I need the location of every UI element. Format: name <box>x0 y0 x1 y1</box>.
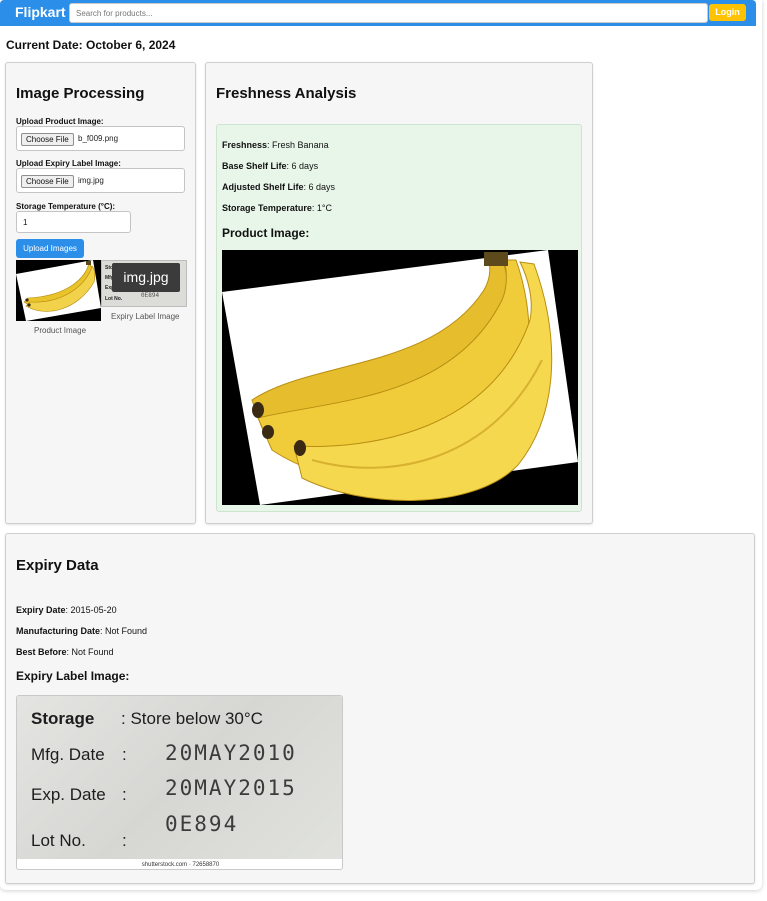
label-exp-key: Exp. Date <box>31 785 106 804</box>
adjusted-shelf-life-row: Adjusted Shelf Life: 6 days <box>222 182 336 192</box>
brand-logo[interactable]: Flipkart <box>15 4 66 20</box>
product-image <box>222 250 578 505</box>
product-choose-file-button[interactable]: Choose File <box>21 133 74 146</box>
base-shelf-life-key: Base Shelf Life <box>222 161 287 171</box>
freshness-result-box: Freshness: Fresh Banana Base Shelf Life:… <box>216 124 582 512</box>
label-exp-colon: : <box>122 785 127 804</box>
banana-thumbnail-image <box>16 260 101 321</box>
banana-image <box>222 250 578 505</box>
image-processing-title: Image Processing <box>16 85 145 102</box>
expiry-image-file-input[interactable]: Choose File img.jpg <box>16 168 185 193</box>
expiry-image-label: Upload Expiry Label Image: <box>16 159 121 168</box>
product-image-heading: Product Image: <box>222 226 310 240</box>
adjusted-shelf-life-value: 6 days <box>308 182 336 192</box>
expiry-label-image: Storage : Store below 30°C Mfg. Date : 2… <box>16 695 343 870</box>
search-input[interactable]: Search for products... <box>69 3 708 23</box>
freshness-analysis-title: Freshness Analysis <box>216 85 357 102</box>
temperature-label: Storage Temperature (°C): <box>16 202 116 211</box>
label-mfg-value: 20MAY2010 <box>165 741 297 765</box>
label-mfg-key: Mfg. Date <box>31 745 105 764</box>
product-thumbnail-caption: Product Image <box>34 326 87 335</box>
base-shelf-life-row: Base Shelf Life: 6 days <box>222 161 319 171</box>
file-name-tooltip: img.jpg <box>112 263 180 292</box>
product-file-name: b_f009.png <box>78 134 119 143</box>
expiry-file-name: img.jpg <box>78 176 104 185</box>
storage-temperature-row: Storage Temperature: 1°C <box>222 203 332 213</box>
current-date: Current Date: October 6, 2024 <box>6 38 176 52</box>
label-mfg-colon: : <box>122 745 127 764</box>
image-processing-panel: Image Processing Upload Product Image: C… <box>5 62 196 524</box>
temperature-input[interactable]: 1 <box>16 211 131 233</box>
best-before-row: Best Before: Not Found <box>16 647 114 657</box>
best-before-value: Not Found <box>71 647 114 657</box>
freshness-analysis-panel: Freshness Analysis Freshness: Fresh Bana… <box>205 62 593 524</box>
storage-temperature-value: 1°C <box>316 203 332 213</box>
manufacturing-date-row: Manufacturing Date: Not Found <box>16 626 148 636</box>
expiry-data-panel: Expiry Data Expiry Date: 2015-05-20 Manu… <box>5 533 755 884</box>
manufacturing-date-key: Manufacturing Date <box>16 626 101 636</box>
expiry-date-key: Expiry Date <box>16 605 66 615</box>
label-lot-value: 0E894 <box>165 812 239 836</box>
product-image-file-input[interactable]: Choose File b_f009.png <box>16 126 185 151</box>
mini-lot-key: Lot No. <box>105 296 123 302</box>
expiry-date-row: Expiry Date: 2015-05-20 <box>16 605 117 615</box>
navbar: Flipkart Search for products... Login <box>0 0 756 26</box>
expiry-date-value: 2015-05-20 <box>70 605 117 615</box>
storage-temperature-key: Storage Temperature <box>222 203 312 213</box>
expiry-thumbnail-caption: Expiry Label Image <box>111 312 180 321</box>
product-thumbnail <box>16 260 101 321</box>
image-credit: shutterstock.com · 72658870 <box>141 862 220 868</box>
best-before-key: Best Before <box>16 647 67 657</box>
expiry-choose-file-button[interactable]: Choose File <box>21 175 74 188</box>
label-exp-value: 20MAY2015 <box>165 776 297 800</box>
product-image-label: Upload Product Image: <box>16 117 104 126</box>
upload-images-button[interactable]: Upload Images <box>16 239 84 258</box>
expiry-data-title: Expiry Data <box>16 557 99 574</box>
adjusted-shelf-life-key: Adjusted Shelf Life <box>222 182 304 192</box>
expiry-label-photo: Storage : Store below 30°C Mfg. Date : 2… <box>17 696 342 859</box>
login-button[interactable]: Login <box>709 4 746 21</box>
freshness-value: Fresh Banana <box>272 140 329 150</box>
label-storage-key: Storage <box>31 709 95 728</box>
manufacturing-date-value: Not Found <box>105 626 148 636</box>
expiry-label-image-heading: Expiry Label Image: <box>16 669 130 683</box>
label-lot-colon: : <box>122 831 127 850</box>
freshness-key: Freshness <box>222 140 268 150</box>
label-storage-value: : Store below 30°C <box>121 709 263 728</box>
mini-lot-value: 0E894 <box>141 292 160 299</box>
app-frame: Flipkart Search for products... Login Cu… <box>0 0 762 890</box>
label-lot-key: Lot No. <box>31 831 86 850</box>
base-shelf-life-value: 6 days <box>291 161 319 171</box>
freshness-row: Freshness: Fresh Banana <box>222 140 329 150</box>
